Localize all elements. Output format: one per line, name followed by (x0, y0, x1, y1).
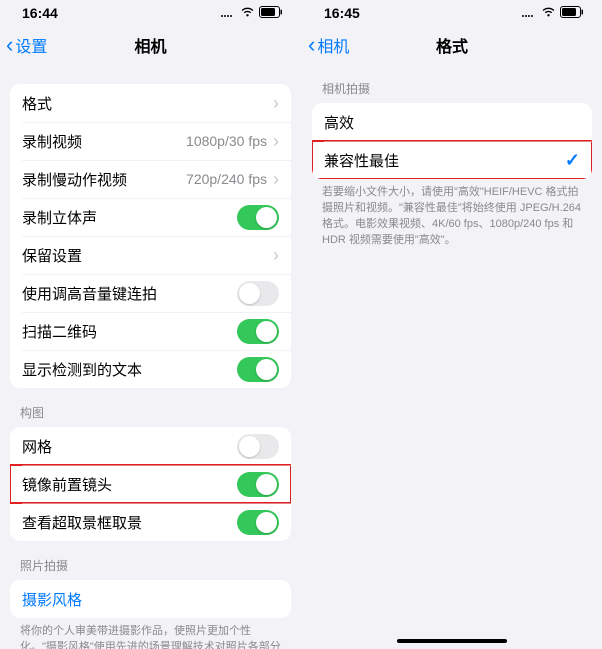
formats-screen: 16:45 ‹ 相机 格式 相机拍摄 高效 兼容性最佳 ✓ (301, 0, 602, 649)
row-high-efficiency[interactable]: 高效 (312, 103, 592, 141)
group-format-options: 高效 兼容性最佳 ✓ (312, 103, 592, 179)
row-mirror-front: 镜像前置镜头 (10, 465, 291, 503)
group-capture: 格式 › 录制视频 1080p/30 fps › 录制慢动作视频 720p/24… (10, 84, 291, 388)
row-preserve-settings[interactable]: 保留设置 › (10, 236, 291, 274)
cellular-icon (521, 5, 537, 21)
group-composition: 网格 镜像前置镜头 查看超取景框取景 (10, 427, 291, 541)
row-label: 查看超取景框取景 (22, 512, 237, 533)
row-label: 录制立体声 (22, 207, 237, 228)
row-label: 镜像前置镜头 (22, 474, 237, 495)
row-detail: 1080p/30 fps (186, 133, 267, 149)
chevron-left-icon: ‹ (6, 34, 13, 56)
row-detected-text: 显示检测到的文本 (10, 350, 291, 388)
section-header-photo-capture: 照片拍摄 (10, 541, 291, 580)
footer-photo-capture: 将你的个人审美带进摄影作品，使照片更加个性化。"摄影风格"使用先进的场景理解技术… (10, 618, 291, 649)
battery-icon (560, 5, 584, 21)
switch-volume-burst[interactable] (237, 281, 279, 306)
row-most-compatible[interactable]: 兼容性最佳 ✓ (312, 141, 592, 179)
row-record-slomo[interactable]: 录制慢动作视频 720p/240 fps › (10, 160, 291, 198)
row-volume-burst: 使用调高音量键连拍 (10, 274, 291, 312)
content-scroll[interactable]: 相机拍摄 高效 兼容性最佳 ✓ 若要缩小文件大小，请使用"高效"HEIF/HEV… (302, 64, 602, 649)
status-icons (521, 5, 584, 21)
group-photo-capture: 摄影风格 (10, 580, 291, 618)
row-view-outside-frame: 查看超取景框取景 (10, 503, 291, 541)
row-label: 网格 (22, 436, 237, 457)
row-label: 使用调高音量键连拍 (22, 283, 237, 304)
status-bar: 16:45 (302, 0, 602, 26)
row-label: 扫描二维码 (22, 321, 237, 342)
battery-icon (259, 5, 283, 21)
content-scroll[interactable]: 格式 › 录制视频 1080p/30 fps › 录制慢动作视频 720p/24… (0, 64, 301, 649)
row-record-video[interactable]: 录制视频 1080p/30 fps › (10, 122, 291, 160)
row-formats[interactable]: 格式 › (10, 84, 291, 122)
status-bar: 16:44 (0, 0, 301, 26)
chevron-right-icon: › (273, 132, 279, 150)
switch-grid[interactable] (237, 434, 279, 459)
chevron-right-icon: › (273, 170, 279, 188)
row-photographic-styles[interactable]: 摄影风格 (10, 580, 291, 618)
chevron-left-icon: ‹ (308, 34, 315, 56)
row-label: 高效 (324, 112, 580, 133)
camera-settings-screen: 16:44 ‹ 设置 相机 格式 › 录制视频 1 (0, 0, 301, 649)
back-button[interactable]: ‹ 设置 (6, 33, 47, 57)
section-header-capture: 相机拍摄 (312, 64, 592, 103)
switch-outside-frame[interactable] (237, 510, 279, 535)
status-time: 16:45 (324, 5, 360, 21)
back-label: 相机 (317, 33, 349, 57)
row-label: 保留设置 (22, 245, 273, 266)
nav-bar: ‹ 相机 格式 (302, 26, 602, 64)
nav-bar: ‹ 设置 相机 (0, 26, 301, 64)
row-scan-qr: 扫描二维码 (10, 312, 291, 350)
row-grid: 网格 (10, 427, 291, 465)
row-label: 摄影风格 (22, 589, 279, 610)
row-label: 录制视频 (22, 131, 186, 152)
status-icons (220, 5, 283, 21)
checkmark-icon: ✓ (565, 150, 580, 171)
back-label: 设置 (15, 33, 47, 57)
switch-detected-text[interactable] (237, 357, 279, 382)
back-button[interactable]: ‹ 相机 (308, 33, 349, 57)
section-header-composition: 构图 (10, 388, 291, 427)
switch-scan-qr[interactable] (237, 319, 279, 344)
switch-mirror-front[interactable] (237, 472, 279, 497)
row-label: 录制慢动作视频 (22, 169, 186, 190)
row-stereo-sound: 录制立体声 (10, 198, 291, 236)
cellular-icon (220, 5, 236, 21)
chevron-right-icon: › (273, 246, 279, 264)
chevron-right-icon: › (273, 94, 279, 112)
row-detail: 720p/240 fps (186, 171, 267, 187)
row-label: 兼容性最佳 (324, 150, 565, 171)
row-label: 显示检测到的文本 (22, 359, 237, 380)
wifi-icon (541, 5, 556, 21)
status-time: 16:44 (22, 5, 58, 21)
row-label: 格式 (22, 93, 273, 114)
home-indicator[interactable] (397, 639, 507, 643)
switch-stereo[interactable] (237, 205, 279, 230)
footer-format: 若要缩小文件大小，请使用"高效"HEIF/HEVC 格式拍摄照片和视频。"兼容性… (312, 179, 592, 249)
wifi-icon (240, 5, 255, 21)
